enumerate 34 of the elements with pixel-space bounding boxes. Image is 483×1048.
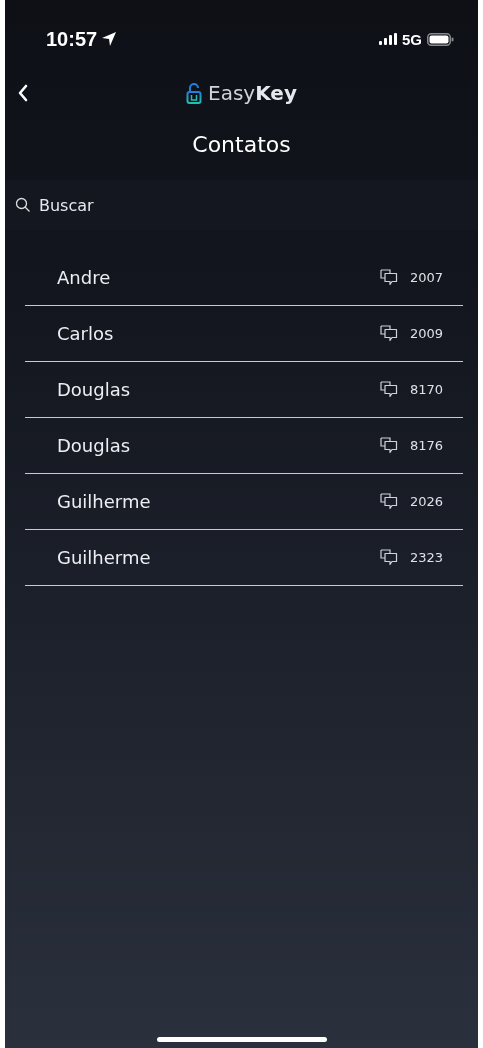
contact-row[interactable]: Carlos 2009 bbox=[25, 306, 463, 362]
contact-name: Guilherme bbox=[57, 547, 151, 568]
padlock-icon bbox=[186, 82, 203, 104]
search-field[interactable]: Buscar bbox=[5, 180, 478, 230]
contact-name: Andre bbox=[57, 267, 111, 288]
contact-name: Guilherme bbox=[57, 491, 151, 512]
status-time: 10:57 bbox=[46, 27, 98, 51]
contact-row[interactable]: Guilherme 2026 bbox=[25, 474, 463, 530]
location-arrow-icon bbox=[101, 31, 118, 47]
extension-number: 2026 bbox=[409, 494, 443, 509]
contact-row[interactable]: Douglas 8176 bbox=[25, 418, 463, 474]
extension-number: 2323 bbox=[409, 550, 443, 565]
signal-icon bbox=[379, 33, 397, 45]
chat-bubbles-icon bbox=[379, 437, 398, 454]
contact-name: Carlos bbox=[57, 323, 114, 344]
contact-row[interactable]: Andre 2007 bbox=[25, 250, 463, 306]
chat-bubbles-icon bbox=[379, 549, 398, 566]
chat-bubbles-icon bbox=[379, 325, 398, 342]
contact-row[interactable]: Guilherme 2323 bbox=[25, 530, 463, 586]
brand-logo: EasyKey bbox=[208, 81, 297, 105]
contact-row[interactable]: Douglas 8170 bbox=[25, 362, 463, 418]
network-label: 5G bbox=[402, 30, 422, 48]
extension-number: 2009 bbox=[409, 326, 443, 341]
contact-name: Douglas bbox=[57, 379, 131, 400]
chat-bubbles-icon bbox=[379, 381, 398, 398]
chat-bubbles-icon bbox=[379, 493, 398, 510]
back-icon[interactable] bbox=[17, 84, 29, 102]
extension-number: 8170 bbox=[409, 382, 443, 397]
contact-name: Douglas bbox=[57, 435, 131, 456]
page-title: Contatos bbox=[191, 131, 292, 159]
extension-number: 2007 bbox=[409, 270, 443, 285]
battery-icon bbox=[427, 32, 454, 46]
chat-bubbles-icon bbox=[379, 269, 398, 286]
extension-number: 8176 bbox=[409, 438, 443, 453]
